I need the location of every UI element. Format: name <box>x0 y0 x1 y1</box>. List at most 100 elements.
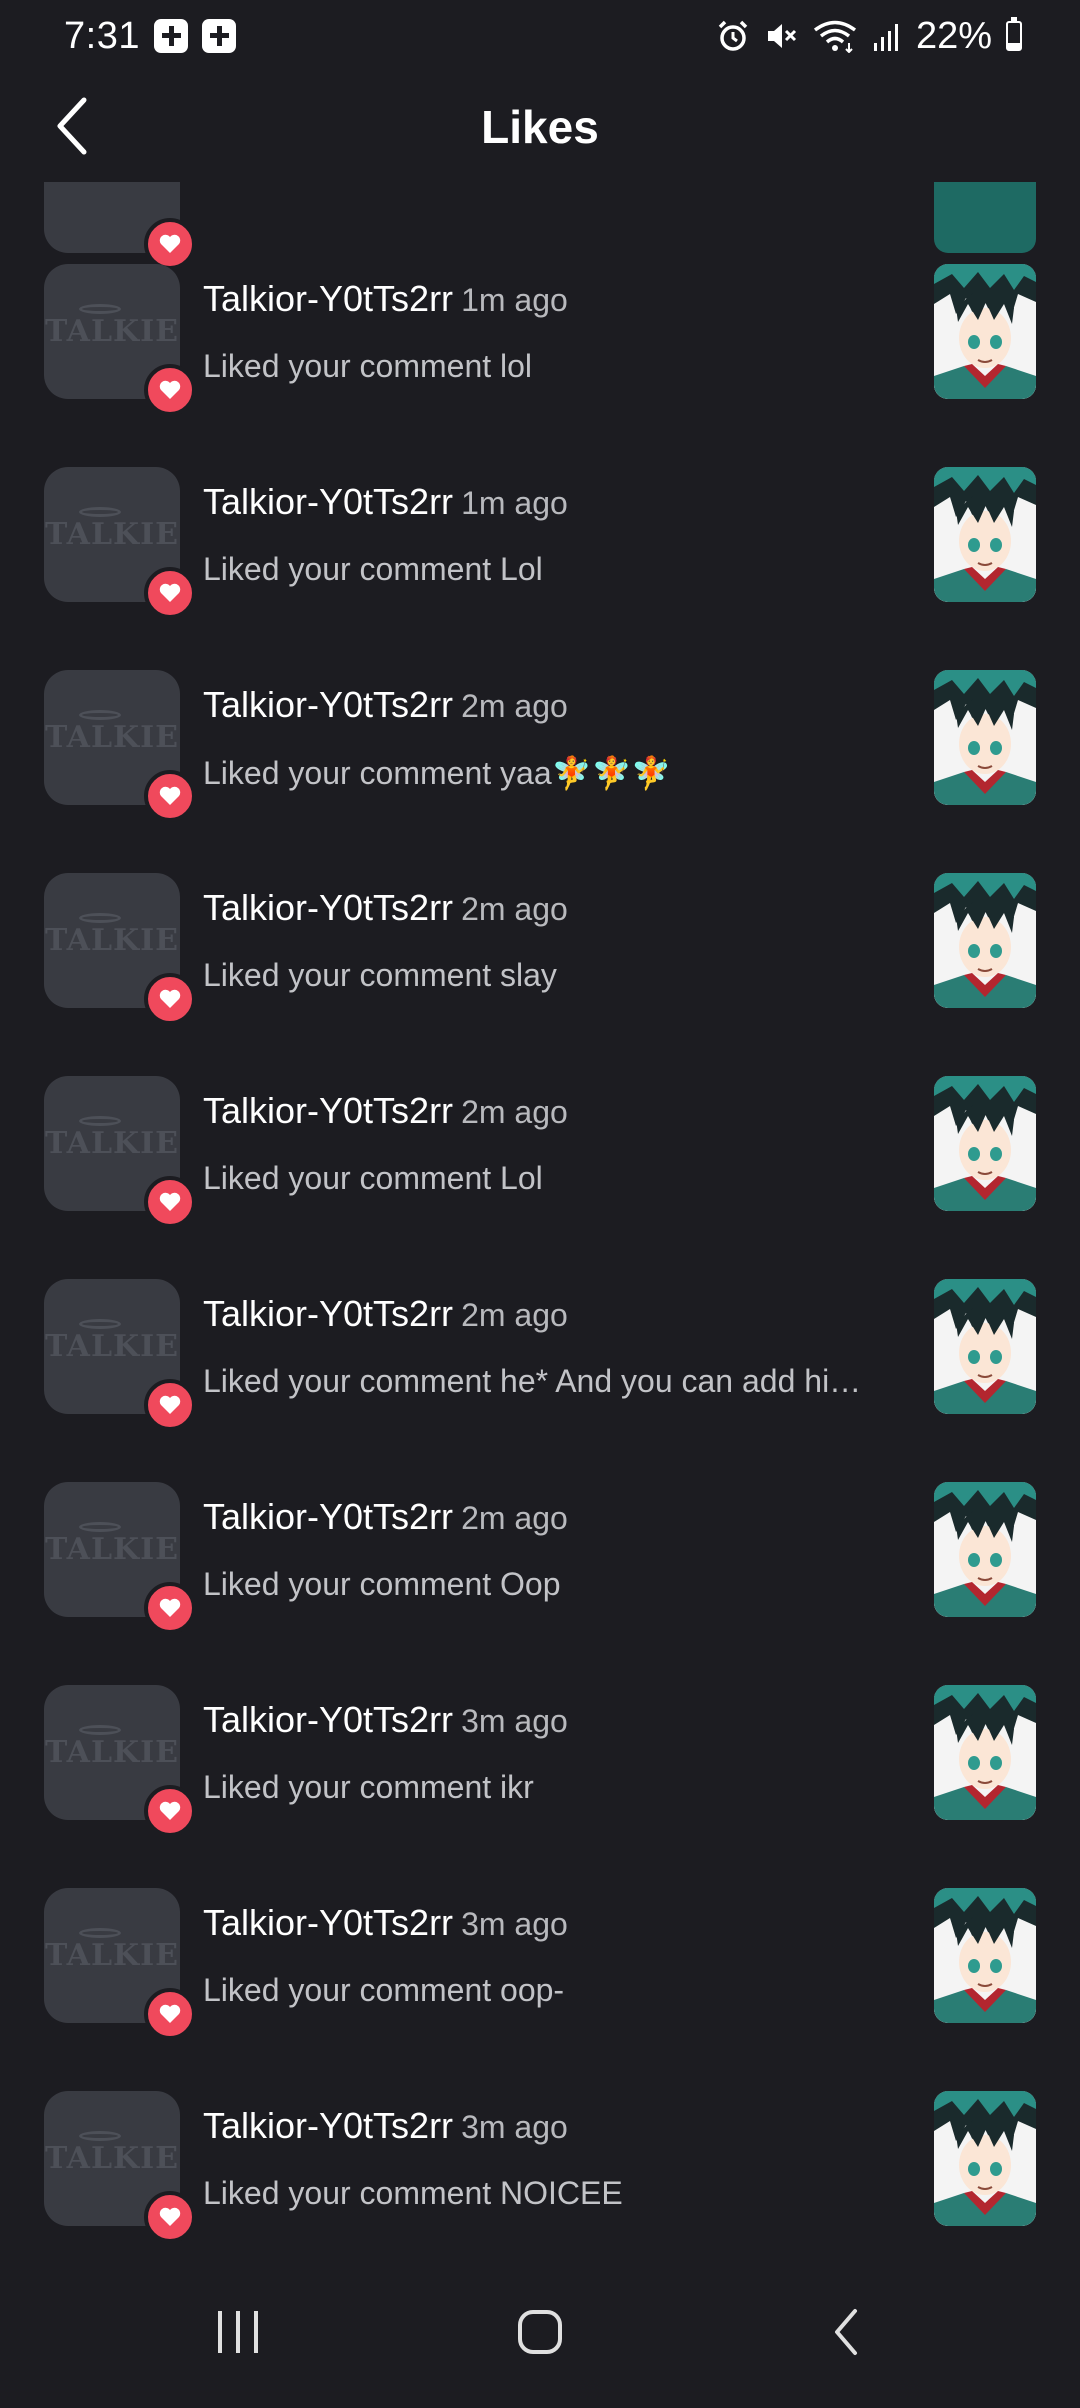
user-name[interactable]: Talkior-Y0tTs2rr <box>203 1293 453 1334</box>
avatar[interactable]: TALKIE <box>44 1685 196 1837</box>
user-name[interactable]: Talkior-Y0tTs2rr <box>203 684 453 725</box>
user-name[interactable]: Talkior-Y0tTs2rr <box>203 1090 453 1131</box>
list-item[interactable]: TALKIE Talkior-Y0tTs2rr 3m ago Liked your… <box>0 1603 1080 1837</box>
back-icon <box>835 2309 857 2355</box>
item-timestamp: 2m ago <box>461 1297 568 1333</box>
item-description: Liked your comment ikr <box>203 1769 534 1805</box>
likes-list[interactable]: TALKIE Talkior-Y0tTs2rr 1m ago Liked your… <box>0 182 1080 2252</box>
list-item[interactable]: TALKIE Talkior-Y0tTs2rr 3m ago Liked your… <box>0 1806 1080 2040</box>
user-name[interactable]: Talkior-Y0tTs2rr <box>203 481 453 522</box>
avatar[interactable]: TALKIE <box>44 1076 196 1228</box>
item-timestamp: 2m ago <box>461 891 568 927</box>
alarm-icon <box>718 20 748 51</box>
avatar[interactable]: TALKIE <box>44 670 196 822</box>
header: Likes <box>0 72 1080 182</box>
post-thumbnail[interactable] <box>934 1076 1036 1211</box>
avatar[interactable]: TALKIE <box>44 1482 196 1634</box>
character-thumbnail-image <box>934 1888 1036 2023</box>
avatar[interactable]: TALKIE <box>44 467 196 619</box>
battery-fill <box>1008 43 1020 49</box>
avatar[interactable]: TALKIE <box>44 264 196 416</box>
avatar[interactable]: TALKIE <box>44 1888 196 2040</box>
post-thumbnail[interactable] <box>934 467 1036 602</box>
list-item[interactable]: TALKIE Talkior-Y0tTs2rr 2m ago Liked your… <box>0 791 1080 1025</box>
wifi-icon <box>813 20 856 53</box>
item-timestamp: 2m ago <box>461 1500 568 1536</box>
item-timestamp: 3m ago <box>461 2109 568 2145</box>
post-thumbnail[interactable] <box>934 873 1036 1008</box>
talkie-logo: TALKIE <box>44 1116 180 1161</box>
talkie-logo: TALKIE <box>44 710 180 755</box>
item-timestamp: 2m ago <box>461 1094 568 1130</box>
list-item[interactable]: TALKIE Talkior-Y0tTs2rr 2m ago Liked your… <box>0 994 1080 1228</box>
system-back-button[interactable] <box>806 2292 886 2372</box>
post-thumbnail[interactable] <box>934 264 1036 399</box>
item-header: Talkior-Y0tTs2rr 3m ago <box>203 1902 568 1944</box>
item-description: Liked your comment Lol <box>203 551 543 587</box>
chevron-left-icon <box>57 97 87 155</box>
user-name[interactable]: Talkior-Y0tTs2rr <box>203 2105 453 2146</box>
avatar[interactable]: TALKIE <box>44 2091 196 2243</box>
item-header: Talkior-Y0tTs2rr 3m ago <box>203 1699 568 1741</box>
avatar[interactable]: TALKIE <box>44 1279 196 1431</box>
item-description: Liked your comment he* And you can add h… <box>203 1363 862 1399</box>
talkie-logo: TALKIE <box>44 1319 180 1364</box>
list-item[interactable]: TALKIE Talkior-Y0tTs2rr 3m ago Liked your… <box>0 2009 1080 2243</box>
post-thumbnail[interactable] <box>934 1482 1036 1617</box>
avatar[interactable]: TALKIE <box>44 873 196 1025</box>
item-header: Talkior-Y0tTs2rr 1m ago <box>203 278 568 320</box>
item-header: Talkior-Y0tTs2rr 2m ago <box>203 684 568 726</box>
item-header: Talkior-Y0tTs2rr 2m ago <box>203 1496 568 1538</box>
page-title: Likes <box>481 101 599 153</box>
heart-badge <box>144 2191 196 2243</box>
back-button[interactable] <box>40 94 104 158</box>
item-timestamp: 2m ago <box>461 688 568 724</box>
character-thumbnail-image <box>934 264 1036 399</box>
character-thumbnail-image <box>934 1279 1036 1414</box>
talkie-logo: TALKIE <box>44 304 180 349</box>
item-description: Liked your comment lol <box>203 348 533 384</box>
item-timestamp: 3m ago <box>461 1906 568 1942</box>
talkie-logo: TALKIE <box>44 913 180 958</box>
item-header: Talkior-Y0tTs2rr 2m ago <box>203 887 568 929</box>
list-item[interactable]: TALKIE Talkior-Y0tTs2rr 1m ago Liked your… <box>0 385 1080 619</box>
talkie-logo: TALKIE <box>44 2131 180 2176</box>
user-name[interactable]: Talkior-Y0tTs2rr <box>203 1496 453 1537</box>
item-description: Liked your comment slay <box>203 957 557 993</box>
post-thumbnail[interactable] <box>934 1888 1036 2023</box>
post-thumbnail[interactable] <box>934 1279 1036 1414</box>
character-thumbnail-image <box>934 467 1036 602</box>
talkie-logo: TALKIE <box>44 1522 180 1567</box>
character-thumbnail-image <box>934 2091 1036 2226</box>
user-name[interactable]: Talkior-Y0tTs2rr <box>203 278 453 319</box>
list-item[interactable]: TALKIE Talkior-Y0tTs2rr 2m ago Liked your… <box>0 1400 1080 1634</box>
item-description: Liked your comment Lol <box>203 1160 543 1196</box>
status-bar: 7:31 22% <box>0 0 1080 72</box>
post-thumbnail[interactable] <box>934 1685 1036 1820</box>
user-name[interactable]: Talkior-Y0tTs2rr <box>203 1902 453 1943</box>
user-name[interactable]: Talkior-Y0tTs2rr <box>203 1699 453 1740</box>
list-item[interactable]: TALKIE Talkior-Y0tTs2rr 1m ago Liked your… <box>0 182 1080 416</box>
mute-icon <box>767 24 796 48</box>
status-time: 7:31 <box>64 14 140 57</box>
heart-icon <box>159 2207 181 2226</box>
post-thumbnail[interactable] <box>934 2091 1036 2226</box>
recent-apps-button[interactable] <box>198 2292 278 2372</box>
item-header: Talkior-Y0tTs2rr 1m ago <box>203 481 568 523</box>
list-item[interactable]: TALKIE Talkior-Y0tTs2rr 2m ago Liked your… <box>0 1197 1080 1431</box>
status-right: 22% <box>716 15 1022 58</box>
item-description: Liked your comment NOICEE <box>203 2175 623 2211</box>
system-nav-bar <box>0 2252 1080 2408</box>
talkie-logo: TALKIE <box>44 507 180 552</box>
recent-apps-icon <box>218 2311 258 2353</box>
post-thumbnail[interactable] <box>934 670 1036 805</box>
list-item[interactable]: TALKIE Talkior-Y0tTs2rr 2m ago Liked your… <box>0 588 1080 822</box>
character-thumbnail-image <box>934 670 1036 805</box>
character-thumbnail-image <box>934 1482 1036 1617</box>
user-name[interactable]: Talkior-Y0tTs2rr <box>203 887 453 928</box>
item-header: Talkior-Y0tTs2rr 3m ago <box>203 2105 568 2147</box>
item-description: Liked your comment yaa🧚🧚🧚 <box>203 755 672 791</box>
home-button[interactable] <box>500 2292 580 2372</box>
item-timestamp: 3m ago <box>461 1703 568 1739</box>
talkie-logo: TALKIE <box>44 1725 180 1770</box>
